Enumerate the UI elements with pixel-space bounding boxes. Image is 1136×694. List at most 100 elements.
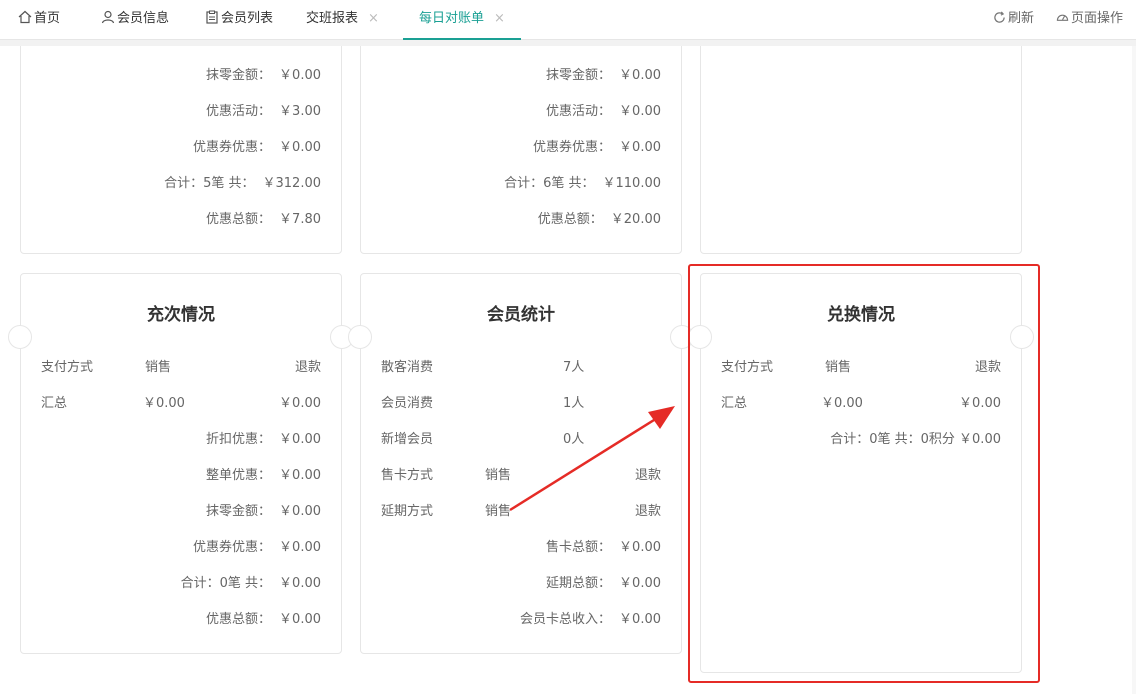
column-header: 销售 <box>145 360 172 375</box>
user-icon <box>101 10 115 24</box>
notch-decoration <box>348 325 372 349</box>
recharge-card: 充次情况 支付方式 销售 退款 汇总 ￥0.00 ￥0.00 折扣优惠： ￥0.0… <box>8 273 354 654</box>
method-label: 售卡方式 <box>381 468 434 483</box>
summary-label: 优惠活动： <box>546 104 612 119</box>
summary-label: 优惠券优惠： <box>533 140 612 155</box>
summary-value: ￥0.00 <box>619 612 661 627</box>
summary-value: ￥0.00 <box>279 612 321 627</box>
tab-label: 会员列表 <box>221 11 274 26</box>
summary-label: 合计：6笔 共： <box>504 176 595 191</box>
summary-value: ￥0.00 <box>279 540 321 555</box>
summary-row: 延期总额： ￥0.00 <box>546 572 661 591</box>
card-title: 会员统计 <box>487 305 555 325</box>
summary-value: ￥0.00 <box>279 432 321 447</box>
tab-label: 交班报表 <box>306 11 359 26</box>
summary-value: ￥20.00 <box>610 212 661 227</box>
top-card-1: 抹零金额： ￥0.00 优惠活动： ￥3.00 优惠券优惠： ￥0.00 合计：5笔 … <box>20 46 342 254</box>
summary-row: 整单优惠： ￥0.00 <box>206 464 321 483</box>
tab-member-list[interactable]: 会员列表 <box>205 0 273 40</box>
summary-label: 优惠活动： <box>206 104 272 119</box>
stat-label: 散客消费 <box>381 360 434 375</box>
summary-label: 优惠总额： <box>206 612 272 627</box>
summary-label: 会员卡总收入： <box>520 612 612 627</box>
summary-row: 会员卡总收入： ￥0.00 <box>520 608 661 627</box>
summary-row: 合计：0笔 共： ￥0.00 <box>181 572 321 591</box>
column-header: 退款 <box>294 360 321 375</box>
page-ops-button[interactable]: 页面操作 <box>1056 0 1123 40</box>
summary-row: 售卡总额： ￥0.00 <box>546 536 661 555</box>
summary-row: 抹零金额： ￥0.00 <box>206 64 321 83</box>
summary-row: 优惠活动： ￥0.00 <box>546 100 661 119</box>
summary-row: 抹零金额： ￥0.00 <box>206 500 321 519</box>
summary-label: 优惠总额： <box>206 212 272 227</box>
summary-row: 优惠券优惠： ￥0.00 <box>193 536 321 555</box>
tab-home[interactable]: 首页 <box>18 0 60 40</box>
stat-label: 新增会员 <box>381 432 434 447</box>
summary-label: 抹零金额： <box>206 504 272 519</box>
summary-row: 优惠活动： ￥3.00 <box>206 100 321 119</box>
tab-label: 每日对账单 <box>419 11 485 26</box>
summary-label: 合计：0笔 共： <box>180 576 272 591</box>
dashboard-icon <box>1056 14 1069 21</box>
summary-label: 优惠总额： <box>537 212 603 227</box>
summary-label: 折扣优惠： <box>206 432 272 447</box>
summary-label: 合计：5笔 共： <box>164 176 255 191</box>
summary-value: ￥0.00 <box>619 576 661 591</box>
card-title: 充次情况 <box>147 305 215 325</box>
summary-row: 优惠总额： ￥0.00 <box>206 608 321 627</box>
column-header: 支付方式 <box>41 360 94 375</box>
tab-label: 会员信息 <box>117 11 170 26</box>
method-sale: 销售 <box>485 468 512 483</box>
summary-label: 优惠券优惠： <box>193 140 272 155</box>
summary-label: 整单优惠： <box>206 468 272 483</box>
tab-member-info[interactable]: 会员信息 <box>101 0 169 40</box>
refresh-button[interactable]: 刷新 <box>993 0 1034 40</box>
summary-row: 优惠总额： ￥20.00 <box>538 208 661 227</box>
summary-value: ￥7.80 <box>279 212 321 227</box>
refresh-label: 刷新 <box>1008 11 1035 26</box>
summary-row: 抹零金额： ￥0.00 <box>546 64 661 83</box>
summary-value: ￥0.00 <box>619 68 661 83</box>
summary-value: ￥0.00 <box>619 540 661 555</box>
summary-value: ￥0.00 <box>279 576 321 591</box>
summary-label: 售卡总额： <box>546 540 612 555</box>
method-sale: 销售 <box>485 504 512 519</box>
page-ops-label: 页面操作 <box>1071 11 1124 26</box>
tab-daily-statement[interactable]: 每日对账单 × <box>403 0 521 40</box>
scrollbar[interactable] <box>1132 46 1136 694</box>
summary-row: 优惠总额： ￥7.80 <box>206 208 321 227</box>
summary-cell: ￥0.00 <box>143 396 185 411</box>
refresh-icon <box>994 11 1005 23</box>
tab-shift-report[interactable]: 交班报表 × <box>306 0 379 40</box>
close-icon[interactable]: × <box>494 11 505 26</box>
method-label: 延期方式 <box>381 504 434 519</box>
stat-value: 0人 <box>563 432 585 447</box>
summary-row: 优惠券优惠： ￥0.00 <box>533 136 661 155</box>
method-refund: 退款 <box>634 468 661 483</box>
summary-label: 优惠券优惠： <box>193 540 272 555</box>
tab-label: 首页 <box>34 11 61 26</box>
summary-value: ￥312.00 <box>262 176 322 191</box>
tab-bar: 首页 会员信息 会员列表 交班报表 × 每日对账单 × 刷新 页面操作 <box>0 0 1136 40</box>
summary-row: 折扣优惠： ￥0.00 <box>206 428 321 447</box>
summary-value: ￥0.00 <box>279 468 321 483</box>
summary-value: ￥110.00 <box>602 176 662 191</box>
summary-cell: ￥0.00 <box>279 396 321 411</box>
summary-value: ￥0.00 <box>619 140 661 155</box>
summary-value: ￥0.00 <box>619 104 661 119</box>
summary-row: 合计：5笔 共： ￥312.00 <box>164 172 321 191</box>
summary-value: ￥0.00 <box>279 504 321 519</box>
highlight-box <box>688 264 1040 683</box>
summary-cell: 汇总 <box>41 396 68 411</box>
summary-value: ￥3.00 <box>279 104 321 119</box>
summary-value: ￥0.00 <box>279 140 321 155</box>
summary-row: 合计：6笔 共： ￥110.00 <box>504 172 661 191</box>
stat-label: 会员消费 <box>381 396 434 411</box>
member-stats-card: 会员统计 散客消费 7人 会员消费 1人 新增会员 0人 售卡方式 销售 退款 … <box>348 273 694 654</box>
stat-value: 1人 <box>563 396 585 411</box>
close-icon[interactable]: × <box>368 11 379 26</box>
method-refund: 退款 <box>634 504 661 519</box>
top-card-3 <box>700 46 1022 254</box>
clipboard-icon <box>206 10 218 24</box>
notch-decoration <box>8 325 32 349</box>
